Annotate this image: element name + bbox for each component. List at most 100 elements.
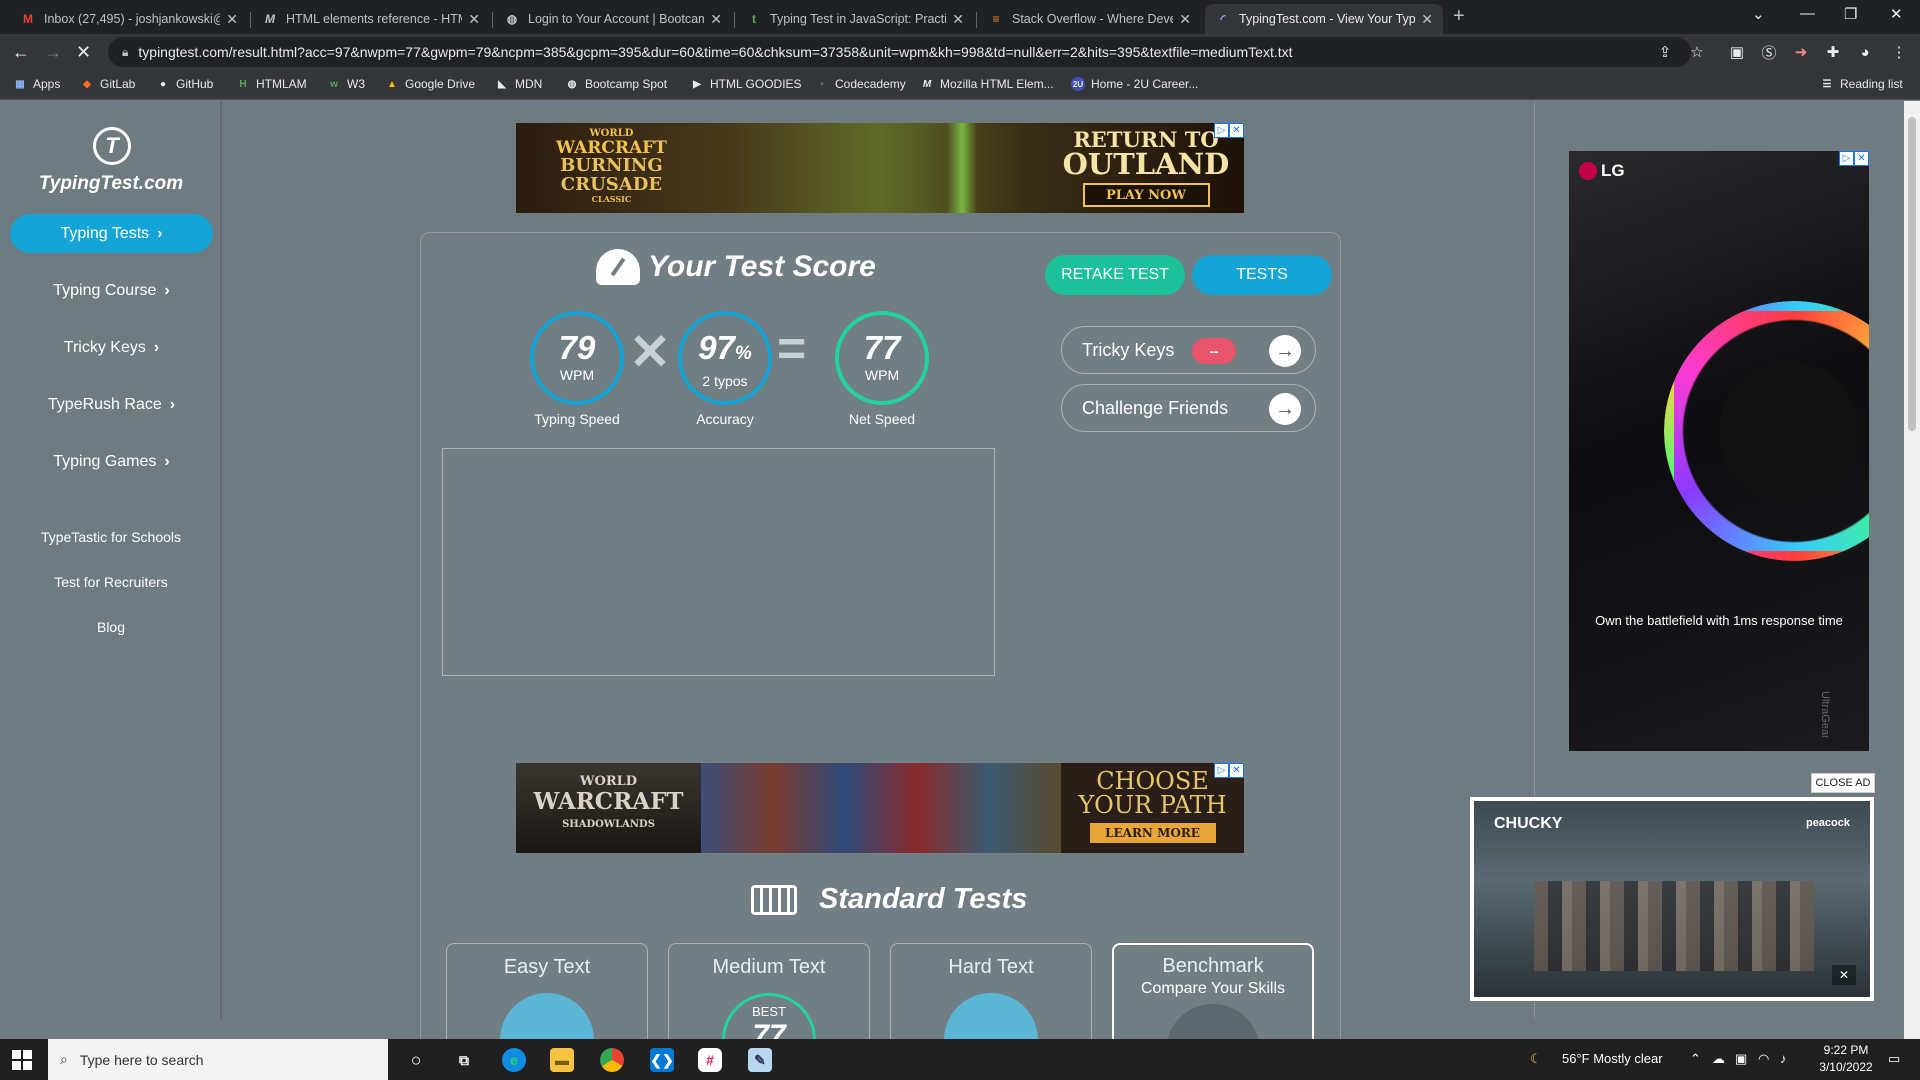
typingtest-logo-icon[interactable]: T <box>93 127 131 165</box>
notepad-icon[interactable]: ✎ <box>748 1048 772 1072</box>
stop-icon[interactable]: ✕ <box>76 42 91 63</box>
retake-test-button[interactable]: RETAKE TEST <box>1045 255 1185 295</box>
edge-icon[interactable]: e <box>502 1048 526 1072</box>
ad-banner-middle[interactable]: WORLD WARCRAFT SHADOWLANDS CHOOSE YOUR P… <box>516 763 1244 853</box>
weather-text[interactable]: 56°F Mostly clear <box>1562 1051 1663 1066</box>
nav-typerush-race[interactable]: TypeRush Race › <box>10 385 213 424</box>
close-icon[interactable]: ✕ <box>710 11 722 28</box>
new-tab-button[interactable]: + <box>1453 5 1465 28</box>
bookmark-2u-career[interactable]: 2U Home - 2U Career... <box>1071 77 1198 91</box>
hard-text-card[interactable]: Hard Text <box>890 943 1092 1039</box>
bookmark-mdn[interactable]: ◣ MDN <box>495 77 542 91</box>
bookmark-w3[interactable]: w W3 <box>327 77 365 91</box>
back-icon[interactable]: ← <box>12 42 30 63</box>
close-window-button[interactable]: ✕ <box>1890 5 1903 23</box>
nav-typing-course[interactable]: Typing Course › <box>10 271 213 310</box>
bookmark-codecademy[interactable]: ▪ Codecademy <box>815 77 906 91</box>
ad-choices-icon[interactable]: ▷ ✕ <box>1839 151 1869 166</box>
video-ad-title: CHUCKY <box>1494 815 1563 832</box>
close-ad-button[interactable]: CLOSE AD <box>1811 773 1875 793</box>
bookmark-google-drive[interactable]: ▲ Google Drive <box>385 77 475 91</box>
tab-mdn-elements[interactable]: M HTML elements reference - HTM ✕ <box>252 4 490 34</box>
profile-avatar-icon[interactable]: ◕ <box>1856 43 1874 61</box>
file-explorer-icon[interactable]: ▬ <box>550 1048 574 1072</box>
link-typetastic-schools[interactable]: TypeTastic for Schools <box>0 529 222 545</box>
close-icon[interactable]: ✕ <box>226 11 238 28</box>
extension-k-icon[interactable]: ▣ <box>1728 43 1746 61</box>
bookmark-htmlam[interactable]: H HTMLAM <box>236 77 306 91</box>
page-scrollbar[interactable] <box>1904 101 1920 1039</box>
address-bar[interactable]: 🔒︎ typingtest.com/result.html?acc=97&nwp… <box>108 37 1691 67</box>
task-view-icon[interactable]: ⧉ <box>452 1048 476 1072</box>
typing-speed-value: 79 <box>558 329 596 366</box>
medium-best-badge: BEST 77 <box>722 993 816 1039</box>
close-icon[interactable]: ✕ <box>952 11 964 28</box>
ad-play-now-button[interactable]: PLAY NOW <box>1082 183 1210 207</box>
close-icon[interactable]: ✕ <box>468 11 480 28</box>
tab-typing-test-js[interactable]: t Typing Test in JavaScript: Practice ✕ <box>736 4 974 34</box>
link-test-recruiters[interactable]: Test for Recruiters <box>0 574 222 590</box>
tests-button[interactable]: TESTS <box>1192 255 1332 295</box>
nav-tricky-keys[interactable]: Tricky Keys › <box>10 328 213 367</box>
video-ad-player[interactable]: CHUCKY peacock ✕ <box>1470 797 1874 1001</box>
extension-red-icon[interactable]: ➜ <box>1792 43 1810 61</box>
chevron-right-icon: › <box>169 395 176 413</box>
ad-choices-icon[interactable]: ▷ ✕ <box>1214 123 1244 138</box>
tab-typingtest-active[interactable]: ◜ TypingTest.com - View Your Typin ✕ <box>1205 4 1443 34</box>
cortana-icon[interactable]: ○ <box>404 1048 428 1072</box>
windows-start-icon[interactable] <box>12 1050 32 1070</box>
slack-icon[interactable]: # <box>698 1048 722 1072</box>
medium-text-card[interactable]: Medium Text BEST 77 <box>668 943 870 1039</box>
extensions-puzzle-icon[interactable]: ✚ <box>1824 43 1842 61</box>
forward-icon[interactable]: → <box>44 42 62 63</box>
ad-choices-icon[interactable]: ▷ ✕ <box>1214 763 1244 778</box>
bookmark-star-icon[interactable]: ☆ <box>1688 43 1706 61</box>
challenge-friends-button[interactable]: Challenge Friends → <box>1061 384 1316 432</box>
site-logo-text[interactable]: TypingTest.com <box>0 173 222 195</box>
volume-icon[interactable]: ♪ <box>1780 1051 1787 1066</box>
ad-sidebar-lg[interactable]: LG Own the battlefield with 1ms response… <box>1569 151 1869 751</box>
tab-stackoverflow[interactable]: ≡ Stack Overflow - Where Develop ✕ <box>978 4 1201 34</box>
bookmark-html-goodies[interactable]: ▶ HTML GOODIES <box>690 77 801 91</box>
notifications-icon[interactable]: ▭ <box>1888 1051 1900 1067</box>
ad-banner-top[interactable]: WORLD WARCRAFT BURNING CRUSADE CLASSIC R… <box>516 123 1244 213</box>
mdn-icon: M <box>922 78 932 90</box>
reading-list-button[interactable]: ☰ Reading list <box>1820 77 1903 91</box>
restore-button[interactable]: ❐ <box>1844 5 1857 23</box>
bookmark-mozilla-html[interactable]: M Mozilla HTML Elem... <box>920 77 1054 91</box>
share-icon[interactable]: ⇪ <box>1656 43 1674 61</box>
nav-typing-games[interactable]: Typing Games › <box>10 442 213 481</box>
close-icon[interactable]: ✕ <box>1421 11 1433 28</box>
close-icon[interactable]: ✕ <box>1179 11 1191 28</box>
bookmark-github[interactable]: ● GitHub <box>156 77 213 91</box>
mute-icon[interactable]: ✕ <box>1832 965 1856 985</box>
vscode-icon[interactable]: ❮❯ <box>650 1048 674 1072</box>
tray-chevron-icon[interactable]: ⌃ <box>1690 1051 1701 1067</box>
weather-moon-icon: ☾ <box>1530 1051 1542 1066</box>
extension-s-icon[interactable]: Ⓢ <box>1760 43 1778 62</box>
taskbar-clock[interactable]: 9:22 PM 3/10/2022 <box>1806 1042 1886 1076</box>
nav-typing-tests[interactable]: Typing Tests › <box>10 214 213 253</box>
benchmark-card[interactable]: Benchmark Compare Your Skills <box>1112 943 1314 1039</box>
taskbar-search-input[interactable]: ⌕ Type here to search <box>48 1039 388 1080</box>
easy-face-icon <box>500 993 594 1039</box>
wifi-icon[interactable]: ◠ <box>1758 1051 1769 1067</box>
link-blog[interactable]: Blog <box>0 619 222 635</box>
bookmark-apps[interactable]: ▦ Apps <box>13 77 60 91</box>
url-text[interactable]: typingtest.com/result.html?acc=97&nwpm=7… <box>138 44 1292 60</box>
tricky-keys-button[interactable]: Tricky Keys -- → <box>1061 326 1316 374</box>
tab-gmail[interactable]: M Inbox (27,495) - joshjankowski@ ✕ <box>10 4 248 34</box>
bookmark-bootcamp-spot[interactable]: ◍ Bootcamp Spot <box>565 77 667 91</box>
bookmark-gitlab[interactable]: ◆ GitLab <box>80 77 135 91</box>
minimize-button[interactable]: — <box>1800 5 1815 22</box>
scrollbar-thumb[interactable] <box>1908 117 1916 431</box>
easy-text-card[interactable]: Easy Text <box>446 943 648 1039</box>
tab-bootcamp[interactable]: ◍ Login to Your Account | Bootcam ✕ <box>494 4 732 34</box>
tray-app-icon[interactable]: ▣ <box>1735 1051 1747 1067</box>
ad-learn-more-button[interactable]: LEARN MORE <box>1089 823 1216 843</box>
onedrive-icon[interactable]: ☁ <box>1712 1051 1725 1067</box>
ad-character-art <box>701 763 1061 853</box>
menu-kebab-icon[interactable]: ⋮ <box>1890 43 1908 61</box>
tab-search-icon[interactable]: ⌄ <box>1752 5 1765 23</box>
chrome-icon[interactable] <box>600 1048 624 1072</box>
